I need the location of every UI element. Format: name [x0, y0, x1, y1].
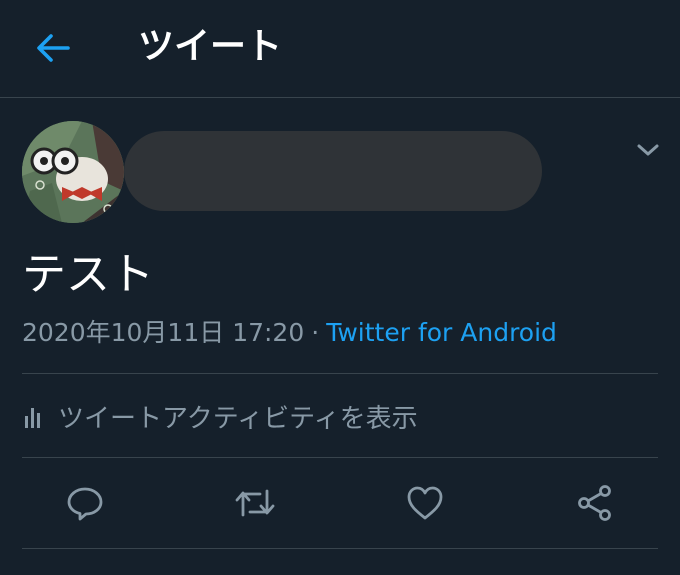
divider	[22, 548, 658, 549]
reply-button[interactable]	[62, 480, 108, 526]
top-app-bar: ツイート	[0, 0, 680, 98]
tweet-timestamp: 2020年10月11日 17:20	[22, 318, 305, 347]
divider	[22, 373, 658, 374]
back-arrow-icon	[37, 34, 70, 62]
like-button[interactable]	[402, 480, 448, 526]
bar-chart-icon	[25, 408, 40, 428]
redacted-user-name	[124, 131, 542, 211]
divider	[22, 457, 658, 458]
tweet-activity-label: ツイートアクティビティを表示	[58, 403, 418, 434]
retweet-icon	[235, 489, 275, 517]
chevron-down-icon	[637, 144, 659, 156]
more-options-button[interactable]	[632, 134, 664, 166]
share-icon	[578, 485, 611, 521]
share-button[interactable]	[572, 480, 618, 526]
tweet-source-link[interactable]: Twitter for Android	[326, 318, 557, 347]
page-title: ツイート	[138, 26, 283, 67]
retweet-button[interactable]	[232, 480, 278, 526]
back-button[interactable]	[30, 28, 76, 68]
meta-separator: ·	[311, 318, 320, 347]
avatar[interactable]	[22, 121, 124, 223]
tweet-text: テスト	[22, 249, 154, 300]
like-icon	[407, 486, 443, 520]
tweet-meta: 2020年10月11日 17:20 · Twitter for Android	[22, 314, 557, 352]
tweet-activity-link[interactable]: ツイートアクティビティを表示	[22, 394, 418, 438]
avatar-image	[22, 121, 124, 223]
reply-icon	[67, 487, 103, 521]
